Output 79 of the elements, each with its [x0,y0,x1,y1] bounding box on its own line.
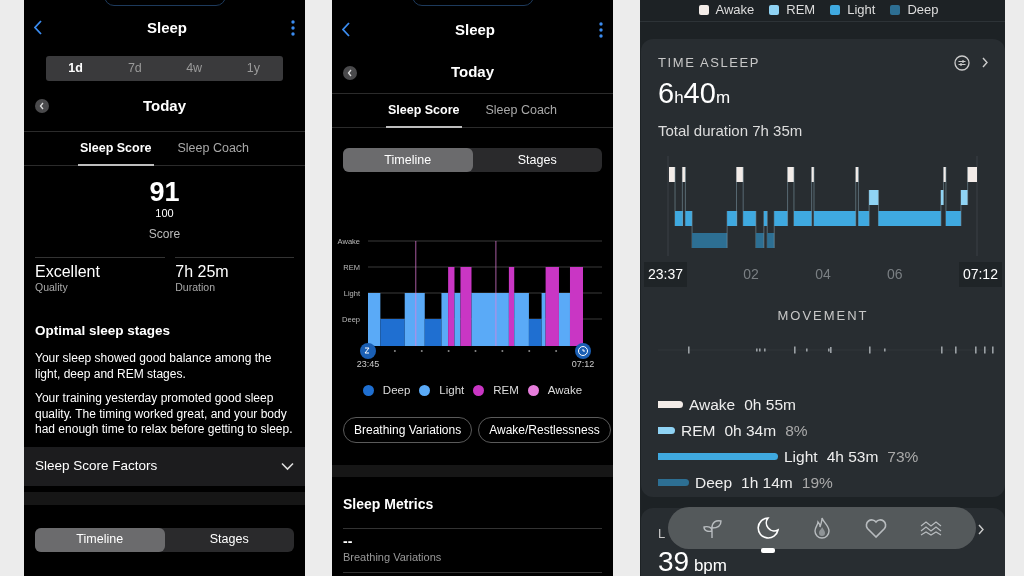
stat-label: Duration [175,281,216,293]
range-tab[interactable]: 1y [223,56,283,81]
selected-indicator [760,548,775,553]
back-icon[interactable] [342,22,351,38]
axis-label: 07:12 [958,262,1002,287]
score-label: Score [147,226,182,243]
stage-label: Awake [689,394,736,415]
toggle-option[interactable]: Stages [472,148,602,172]
paragraph: Your sleep showed good balance among the light, deep and REM stages. [35,351,273,383]
stage-duration: 0h 34m [724,420,777,441]
tab[interactable]: Sleep Score [385,94,462,128]
total-duration: Total duration 7h 35m [658,120,804,141]
legend-label: REM [786,0,816,19]
alarm-clock-icon [575,343,591,359]
more-icon[interactable] [291,20,295,36]
range-tab[interactable]: 7d [105,56,165,81]
duration-value: 6h40m [658,76,732,111]
stage-percent: 8% [785,420,808,441]
chevron-right-icon[interactable] [982,57,988,69]
screen-title: Sleep [455,19,495,40]
factors-label: Sleep Score Factors [35,457,158,476]
toggle-option[interactable]: Stages [164,527,294,552]
paragraph: Your training yesterday promoted good sleep quality. The timing worked great, and your body had enough time to relax before getting to sleep. [35,391,294,438]
date-title: Today [142,95,187,116]
axis-label: 06 [887,265,903,284]
moon-icon [755,516,780,540]
legend-label: Deep [907,0,939,19]
range-tab[interactable]: 4w [164,56,224,81]
bpm-value: 39 bpm [658,547,727,576]
previous-day-icon[interactable] [343,65,357,80]
stat-value: Excellent [35,262,101,281]
legend-label: Light [847,0,876,19]
axis-label: 23:37 [644,262,688,287]
stage-duration: 4h 53m [826,446,879,467]
toggle-option[interactable]: Timeline [35,527,165,552]
start-time: 23:45 [356,359,380,369]
screen-title: Sleep [147,17,187,38]
metric-value: -- [343,533,354,550]
sleep-start-icon [360,343,376,359]
card-title: L [658,526,667,541]
stage-label: REM [681,420,716,441]
score-value: 91 [148,177,181,207]
stage-label: Deep [695,472,733,493]
section-title: Optimal sleep stages [35,322,172,340]
legend-label: Deep [382,383,411,398]
stage-percent: 19% [801,472,833,493]
section-title: MOVEMENT [776,307,870,325]
date-title: Today [450,62,495,83]
legend-label: Awake [715,0,755,19]
stage-percent: 73% [887,446,919,467]
section-title: Sleep Metrics [342,495,435,515]
stage-duration: 1h 14m [741,472,793,493]
factors-row[interactable]: Sleep Score Factors [24,446,305,486]
metric-label: Breathing Variations [343,550,443,566]
stage-label: Light [784,446,818,467]
axis-label: 04 [815,265,831,284]
range-tab[interactable]: 1d [46,56,106,81]
chevron-icon[interactable] [281,461,294,471]
more-icon[interactable] [599,22,603,38]
legend-label: REM [493,383,519,398]
axis-label: 02 [743,265,759,284]
previous-day-icon[interactable] [35,99,49,113]
nav-tab[interactable] [864,516,889,540]
tab[interactable]: Sleep Coach [175,132,252,166]
legend-label: Awake [547,383,583,398]
stat-value: 7h 25m [175,262,230,281]
settings-icon[interactable] [954,54,970,71]
end-time: 07:12 [571,359,595,369]
heart-icon [864,516,889,540]
card-title: TIME ASLEEP [658,54,761,72]
tab[interactable]: Sleep Score [77,132,154,166]
chevron-right-icon[interactable] [978,524,984,535]
legend-label: Light [439,383,465,398]
back-icon[interactable] [34,20,43,36]
stage-duration: 0h 55m [744,394,796,415]
tab[interactable]: Sleep Coach [483,94,560,128]
score-max: 100 [154,207,175,220]
toggle-option[interactable]: Timeline [343,148,473,172]
stat-label: Quality [35,281,69,293]
